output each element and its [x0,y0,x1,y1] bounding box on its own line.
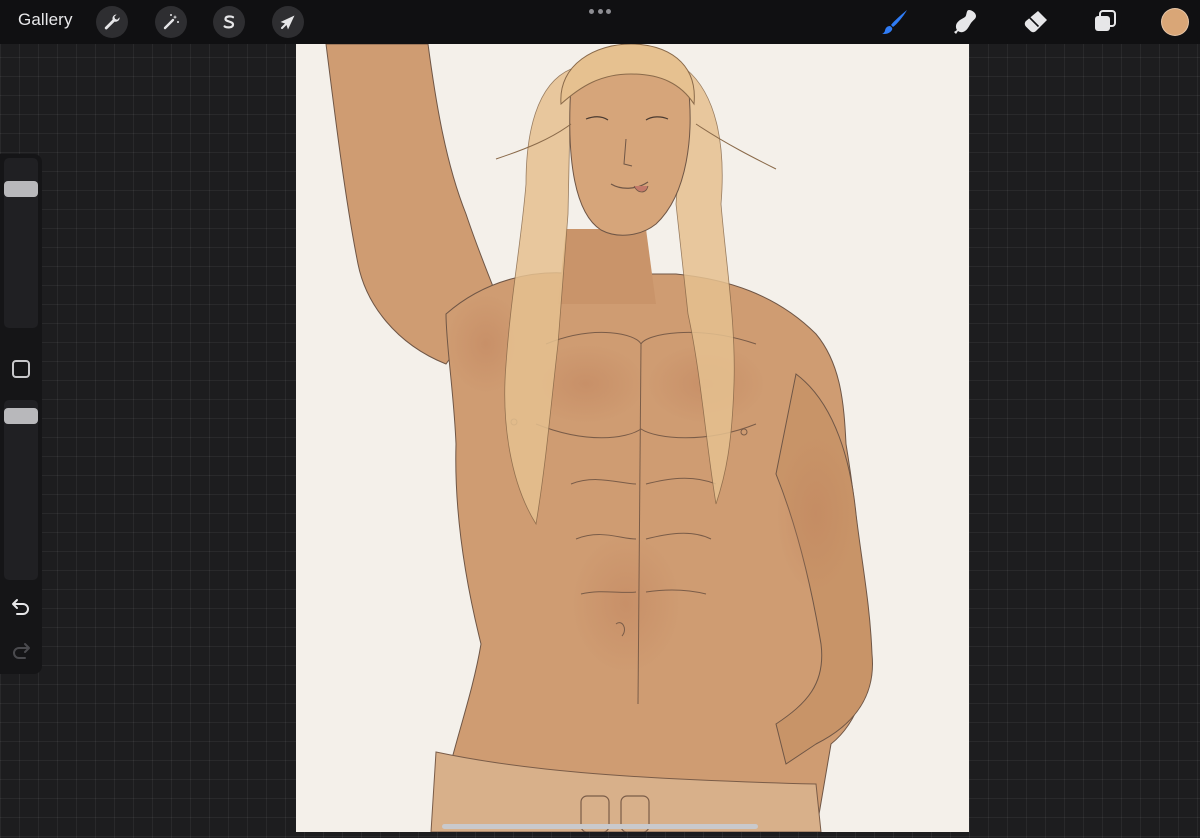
dot [606,9,611,14]
selection-s-icon [223,15,235,29]
dot [589,9,594,14]
brush-size-thumb[interactable] [4,181,38,197]
brush-icon [882,10,907,34]
magic-wand-icon [163,14,179,30]
adjustments-button[interactable] [155,6,187,38]
transform-button[interactable] [272,6,304,38]
top-toolbar: Gallery [0,0,1200,44]
dot [597,9,603,14]
eraser-icon [1024,11,1047,33]
paint-tool-button[interactable] [880,7,910,37]
redo-icon [13,643,30,659]
brush-size-slider[interactable] [4,158,38,328]
selection-button[interactable] [213,6,245,38]
smudge-tool-button[interactable] [950,7,980,37]
layers-button[interactable] [1090,7,1120,37]
actions-button[interactable] [96,6,128,38]
left-sidebar [0,154,42,674]
arrow-cursor-icon [280,15,295,30]
gallery-button[interactable]: Gallery [18,10,73,30]
modify-button[interactable] [12,360,30,378]
undo-button[interactable] [10,596,32,616]
redo-button[interactable] [10,640,32,660]
eraser-tool-button[interactable] [1020,7,1050,37]
wrench-icon [104,14,120,30]
smudge-icon [954,10,976,34]
drawing-canvas[interactable] [296,44,969,832]
color-picker-swatch[interactable] [1161,8,1189,36]
undo-icon [12,599,29,615]
brush-opacity-thumb[interactable] [4,408,38,424]
artwork-illustration [296,44,969,832]
home-indicator [442,824,758,829]
layers-icon [1095,10,1116,31]
more-options-dots[interactable] [589,9,611,15]
procreate-app: Gallery [0,0,1200,838]
brush-opacity-slider[interactable] [4,400,38,580]
